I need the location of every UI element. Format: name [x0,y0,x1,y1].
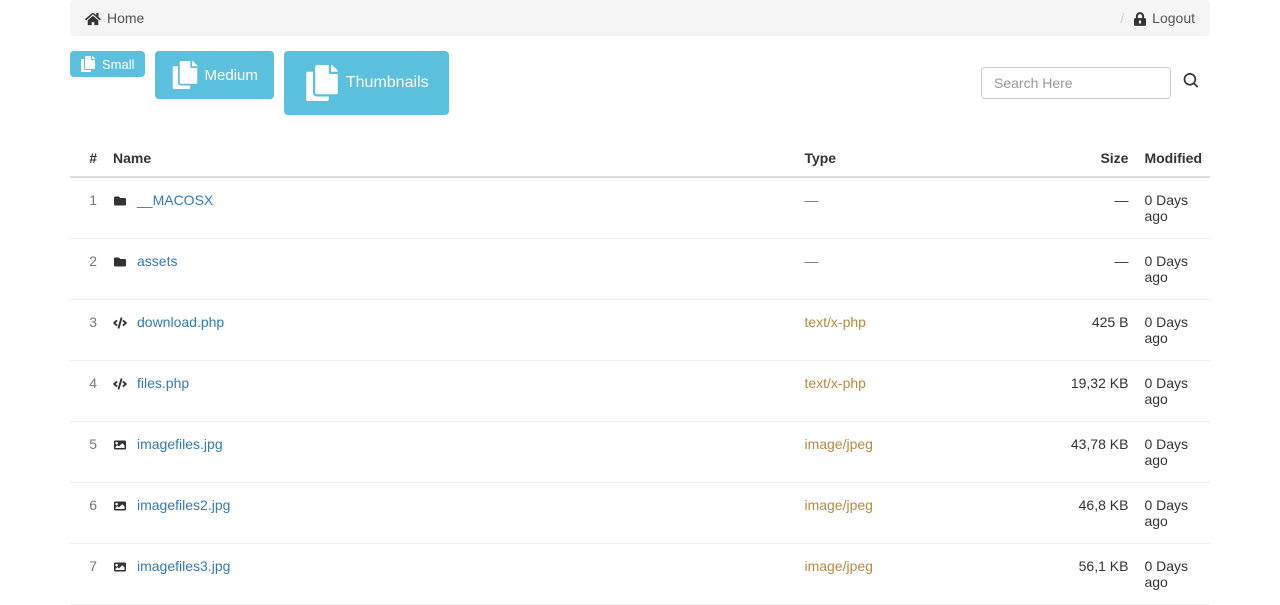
view-buttons-group: Small Medium Thumbnails [70,51,449,115]
logout-link[interactable]: Logout [1134,10,1195,26]
file-link[interactable]: files.php [137,375,189,391]
table-row: 1__MACOSX——0 Days ago [70,177,1210,239]
row-type-cell: text/x-php [796,300,1046,361]
row-type-cell: image/jpeg [796,422,1046,483]
copy-icon [304,65,340,101]
file-link[interactable]: download.php [137,314,224,330]
search-button[interactable] [1171,73,1210,93]
image-icon [113,560,129,576]
lock-icon [1134,10,1146,26]
copy-icon [171,61,199,89]
row-modified: 0 Days ago [1136,483,1210,544]
file-table: # Name Type Size Modified 1__MACOSX——0 D… [70,140,1210,605]
type-link[interactable]: text/x-php [804,375,865,391]
file-link[interactable]: assets [137,253,177,269]
logout-label: Logout [1152,10,1195,26]
row-number: 7 [70,544,105,605]
row-number: 6 [70,483,105,544]
table-row: 3 download.php text/x-php 425 B0 Days ago [70,300,1210,361]
view-medium-button[interactable]: Medium [155,51,274,99]
row-type-cell: image/jpeg [796,483,1046,544]
type-link[interactable]: image/jpeg [804,436,873,452]
type-link[interactable]: image/jpeg [804,497,873,513]
breadcrumb-home-link[interactable]: Home [107,10,144,26]
row-type-cell: image/jpeg [796,544,1046,605]
file-link[interactable]: imagefiles3.jpg [137,558,230,574]
search-group [981,67,1210,99]
row-size: 56,1 KB [1046,544,1136,605]
row-modified: 0 Days ago [1136,177,1210,239]
row-size: — [1046,177,1136,239]
row-number: 4 [70,361,105,422]
row-modified: 0 Days ago [1136,361,1210,422]
home-icon [85,10,101,26]
image-icon [113,438,129,454]
folder-icon [113,255,129,271]
row-name-cell: imagefiles3.jpg [105,544,796,605]
view-thumbnails-label: Thumbnails [346,74,429,92]
view-thumbnails-button[interactable]: Thumbnails [284,51,449,115]
file-link[interactable]: imagefiles.jpg [137,436,223,452]
row-number: 3 [70,300,105,361]
row-modified: 0 Days ago [1136,544,1210,605]
row-modified: 0 Days ago [1136,300,1210,361]
file-link[interactable]: imagefiles2.jpg [137,497,230,513]
view-small-button[interactable]: Small [70,51,145,77]
image-icon [113,499,129,515]
code-icon [113,377,129,393]
table-row: 6 imagefiles2.jpg image/jpeg 46,8 KB0 Days … [70,483,1210,544]
toolbar: Small Medium Thumbnails [70,51,1210,115]
table-row: 2assets——0 Days ago [70,239,1210,300]
row-name-cell: download.php [105,300,796,361]
row-size: — [1046,239,1136,300]
row-number: 1 [70,177,105,239]
col-header-name: Name [105,140,796,177]
col-header-size: Size [1046,140,1136,177]
table-row: 7 imagefiles3.jpg image/jpeg 56,1 KB0 Days … [70,544,1210,605]
table-row: 5 imagefiles.jpg image/jpeg 43,78 KB0 Days … [70,422,1210,483]
search-icon [1183,73,1198,88]
row-modified: 0 Days ago [1136,239,1210,300]
breadcrumb-separator: / [1120,10,1124,26]
row-number: 5 [70,422,105,483]
folder-icon [113,194,129,210]
col-header-modified: Modified [1136,140,1210,177]
code-icon [113,316,129,332]
col-header-type: Type [796,140,1046,177]
row-type-cell: text/x-php [796,361,1046,422]
type-empty: — [804,192,818,208]
row-size: 19,32 KB [1046,361,1136,422]
row-name-cell: imagefiles.jpg [105,422,796,483]
row-name-cell: assets [105,239,796,300]
row-name-cell: files.php [105,361,796,422]
row-number: 2 [70,239,105,300]
row-name-cell: imagefiles2.jpg [105,483,796,544]
file-link[interactable]: __MACOSX [137,192,213,208]
table-row: 4 files.php text/x-php 19,32 KB0 Days ago [70,361,1210,422]
type-empty: — [804,253,818,269]
col-header-num: # [70,140,105,177]
type-link[interactable]: text/x-php [804,314,865,330]
view-medium-label: Medium [205,67,258,84]
row-type-cell: — [796,239,1046,300]
row-size: 425 B [1046,300,1136,361]
breadcrumb: Home / Logout [70,0,1210,36]
view-small-label: Small [102,57,135,72]
search-input[interactable] [981,67,1171,99]
row-type-cell: — [796,177,1046,239]
row-size: 43,78 KB [1046,422,1136,483]
row-size: 46,8 KB [1046,483,1136,544]
copy-icon [80,56,96,72]
row-modified: 0 Days ago [1136,422,1210,483]
type-link[interactable]: image/jpeg [804,558,873,574]
row-name-cell: __MACOSX [105,177,796,239]
